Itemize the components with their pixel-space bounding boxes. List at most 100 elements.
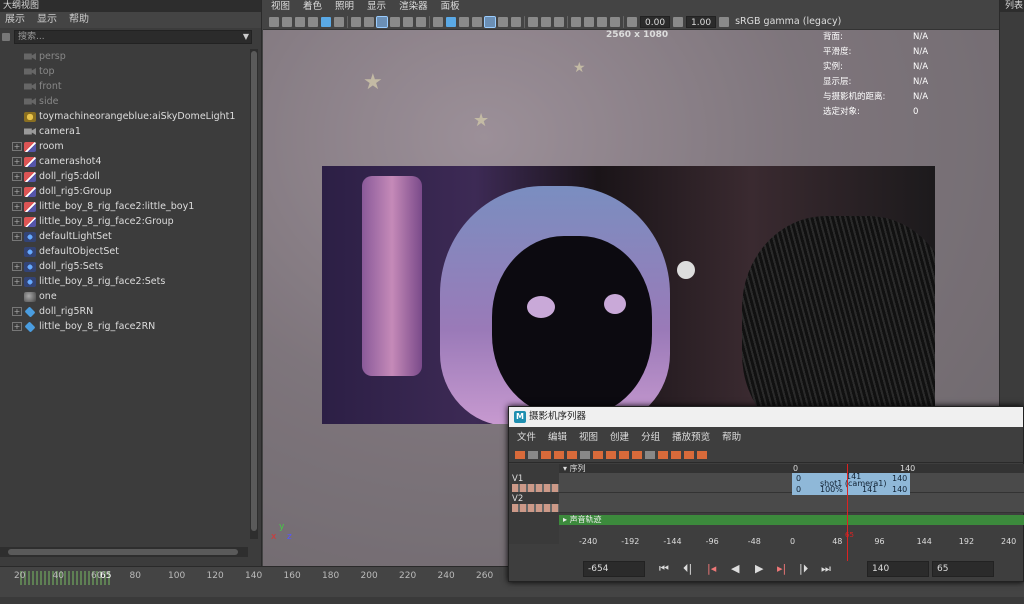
outliner-item[interactable]: + doll_rig5RN <box>0 304 248 319</box>
sequencer-ruler[interactable]: 65 -240 -192 -144 -96 -48 0 48 96 144 192 240 <box>559 531 1024 549</box>
color-space-label[interactable]: sRGB gamma (legacy) <box>735 16 841 27</box>
seq-tool-icon[interactable] <box>528 450 538 459</box>
exposure-icon[interactable] <box>627 16 637 27</box>
outliner-item[interactable]: + defaultLightSet <box>0 229 248 244</box>
seq-tool-icon[interactable] <box>580 450 590 459</box>
expand-icon[interactable]: + <box>12 232 22 241</box>
expand-icon[interactable]: + <box>12 262 22 271</box>
shadows-icon[interactable] <box>498 16 508 27</box>
outliner-item[interactable]: + doll_rig5:Group <box>0 184 248 199</box>
seq-menu-help[interactable]: 帮助 <box>722 427 741 447</box>
step-forward-key-icon[interactable]: |⏵ <box>799 562 808 576</box>
outliner-item[interactable]: + doll_rig5:Sets <box>0 259 248 274</box>
2d-pan-icon[interactable] <box>321 16 331 27</box>
seq-tool-icon[interactable] <box>632 450 642 459</box>
outliner-horizontal-scrollbar[interactable] <box>0 547 248 557</box>
image-plane-icon[interactable] <box>308 16 318 27</box>
outliner-item[interactable]: + little_boy_8_rig_face2:Group <box>0 214 248 229</box>
expand-icon[interactable]: + <box>12 217 22 226</box>
outliner-search-input[interactable]: 搜索... ▼ <box>14 30 252 44</box>
expand-icon[interactable]: + <box>12 142 22 151</box>
viewport-menu-shading[interactable]: 着色 <box>303 0 322 14</box>
filter-icon[interactable] <box>2 33 10 41</box>
step-back-frame-icon[interactable]: |◂ <box>707 562 716 575</box>
expand-icon[interactable]: + <box>12 157 22 166</box>
play-backward-icon[interactable]: ◀ <box>731 562 739 575</box>
expand-icon[interactable]: + <box>12 277 22 286</box>
outliner-item[interactable]: defaultObjectSet <box>0 244 248 259</box>
track-v1-toggles[interactable] <box>512 484 560 492</box>
step-forward-frame-icon[interactable]: ▸| <box>777 562 786 575</box>
play-forward-icon[interactable]: ▶ <box>755 562 763 575</box>
seq-tool-icon[interactable] <box>658 450 668 459</box>
outliner-item[interactable]: one <box>0 289 248 304</box>
resolution-gate-icon[interactable] <box>376 15 388 28</box>
seq-menu-edit[interactable]: 编辑 <box>548 427 567 447</box>
range-start-field[interactable]: -654 <box>583 561 645 577</box>
bookmark-icon[interactable] <box>295 16 305 27</box>
seq-menu-playblast[interactable]: 播放预览 <box>672 427 710 447</box>
lane-area[interactable]: ▾ 序列 0 141 140 0 140 shot1 (camera1) 0 1… <box>559 464 1024 561</box>
track-v2-toggles[interactable] <box>512 504 560 512</box>
xray-active-icon[interactable] <box>610 16 620 27</box>
seq-tool-icon[interactable] <box>593 450 603 459</box>
safe-action-icon[interactable] <box>416 16 426 27</box>
viewport-menu-lighting[interactable]: 照明 <box>335 0 354 14</box>
expand-icon[interactable]: + <box>12 187 22 196</box>
outliner-item[interactable]: front <box>0 79 248 94</box>
seq-menu-create[interactable]: 创建 <box>610 427 629 447</box>
xray-icon[interactable] <box>584 16 594 27</box>
color-management-icon[interactable] <box>719 16 730 27</box>
expand-icon[interactable]: + <box>12 307 22 316</box>
camera-select-icon[interactable] <box>269 16 279 27</box>
outliner-menu-display[interactable]: 显示 <box>37 12 57 28</box>
outliner-item[interactable]: top <box>0 64 248 79</box>
field-chart-icon[interactable] <box>403 16 413 27</box>
exposure-field[interactable]: 0.00 <box>640 15 671 28</box>
outliner-item[interactable]: side <box>0 94 248 109</box>
outliner-menu-show[interactable]: 展示 <box>5 12 25 28</box>
viewport-menu-show[interactable]: 显示 <box>367 0 386 14</box>
current-frame-field[interactable]: 65 <box>932 561 994 577</box>
seq-menu-view[interactable]: 视图 <box>579 427 598 447</box>
seq-tool-icon[interactable] <box>697 450 707 459</box>
expand-icon[interactable]: + <box>12 172 22 181</box>
seq-tool-icon[interactable] <box>645 450 655 459</box>
range-end-field[interactable]: 140 <box>867 561 929 577</box>
seq-tool-icon[interactable] <box>567 450 577 459</box>
isolate-select-icon[interactable] <box>571 16 581 27</box>
outliner-item[interactable]: persp <box>0 49 248 64</box>
use-lights-icon[interactable] <box>484 15 496 28</box>
go-to-end-icon[interactable]: ⏭ <box>821 562 831 576</box>
camera-attr-icon[interactable] <box>282 16 292 27</box>
smooth-shade-icon[interactable] <box>446 16 456 27</box>
outliner-item[interactable]: + room <box>0 139 248 154</box>
xray-joints-icon[interactable] <box>597 16 607 27</box>
seq-menu-group[interactable]: 分组 <box>641 427 660 447</box>
track-v2-lane[interactable] <box>559 493 1024 513</box>
textured-icon[interactable] <box>472 16 482 27</box>
seq-tool-icon[interactable] <box>684 450 694 459</box>
outliner-item[interactable]: toymachineorangeblue:aiSkyDomeLight1 <box>0 109 248 124</box>
wireframe-on-shaded-icon[interactable] <box>459 16 469 27</box>
seq-menu-file[interactable]: 文件 <box>517 427 536 447</box>
viewport-menu-view[interactable]: 视图 <box>271 0 290 14</box>
go-to-start-icon[interactable]: ⏮ <box>659 562 669 576</box>
outliner-item[interactable]: + little_boy_8_rig_face2:Sets <box>0 274 248 289</box>
expand-icon[interactable]: + <box>12 202 22 211</box>
seq-tool-icon[interactable] <box>671 450 681 459</box>
film-gate-icon[interactable] <box>364 16 374 27</box>
gate-mask-icon[interactable] <box>390 16 400 27</box>
outliner-item[interactable]: + little_boy_8_rig_face2:little_boy1 <box>0 199 248 214</box>
motion-blur-icon[interactable] <box>528 16 538 27</box>
antialias-icon[interactable] <box>541 16 551 27</box>
seq-tool-icon[interactable] <box>554 450 564 459</box>
sequencer-titlebar[interactable]: M 摄影机序列器 <box>509 407 1023 427</box>
outliner-item[interactable]: + doll_rig5:doll <box>0 169 248 184</box>
viewport-menu-panels[interactable]: 面板 <box>441 0 460 14</box>
search-dropdown-icon[interactable]: ▼ <box>243 31 249 43</box>
outliner-item[interactable]: + little_boy_8_rig_face2RN <box>0 319 248 334</box>
outliner-item[interactable]: + camerashot4 <box>0 154 248 169</box>
wireframe-icon[interactable] <box>433 16 443 27</box>
gamma-icon[interactable] <box>673 16 684 27</box>
